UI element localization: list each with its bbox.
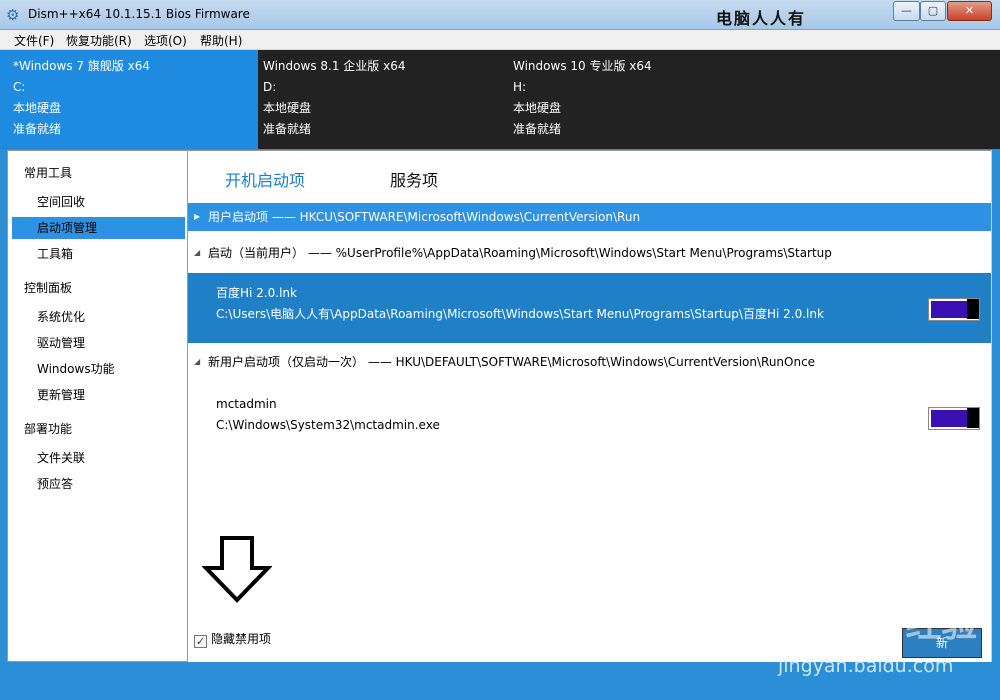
- os-disk-type: 本地硬盘: [263, 101, 312, 115]
- tab-services[interactable]: 服务项: [390, 167, 438, 191]
- collapse-arrow-icon: ◢: [194, 357, 201, 366]
- main-panel: 开机启动项 服务项 ▶ 用户启动项 —— HKCU\SOFTWARE\Micro…: [188, 150, 992, 662]
- sidebar-item-windows-features[interactable]: Windows功能: [12, 358, 185, 380]
- sidebar-group-common-tools: 常用工具: [24, 166, 73, 180]
- os-status: 准备就绪: [13, 122, 62, 136]
- checkmark-icon: ✓: [194, 635, 207, 648]
- os-name: Windows 10 专业版 x64: [513, 59, 652, 73]
- sidebar-item-system-optimize[interactable]: 系统优化: [12, 306, 185, 328]
- sidebar-item-driver-manager[interactable]: 驱动管理: [12, 332, 185, 354]
- os-drive: H:: [513, 80, 527, 94]
- hide-disabled-label: 隐藏禁用项: [211, 632, 272, 646]
- menu-file[interactable]: 文件(F): [14, 32, 54, 49]
- os-panel-win7[interactable]: *Windows 7 旗舰版 x64 C: 本地硬盘 准备就绪: [0, 50, 258, 149]
- baidu-watermark-url: jingyan.baidu.com: [778, 655, 954, 677]
- os-status: 准备就绪: [513, 122, 562, 136]
- window-title: Dism++x64 10.1.15.1 Bios Firmware: [28, 7, 250, 21]
- entry-path: C:\Windows\System32\mctadmin.exe: [216, 418, 440, 432]
- title-bar: ⚙ Dism++x64 10.1.15.1 Bios Firmware 电脑人人…: [0, 0, 1000, 30]
- os-disk-type: 本地硬盘: [513, 101, 562, 115]
- section-label: 用户启动项 —— HKCU\SOFTWARE\Microsoft\Windows…: [208, 210, 641, 224]
- section-runonce[interactable]: ◢ 新用户启动项（仅启动一次） —— HKU\DEFAULT\SOFTWARE\…: [188, 348, 991, 376]
- maximize-button[interactable]: ▢: [920, 1, 946, 21]
- os-name: *Windows 7 旗舰版 x64: [13, 59, 151, 73]
- toggle-knob: [967, 299, 979, 319]
- baidu-watermark-logo: Bai du 经验: [765, 604, 978, 645]
- entry-path: C:\Users\电脑人人有\AppData\Roaming\Microsoft…: [216, 307, 824, 321]
- sidebar-item-answer-file[interactable]: 预应答: [12, 473, 185, 495]
- os-name: Windows 8.1 企业版 x64: [263, 59, 406, 73]
- hide-disabled-checkbox[interactable]: ✓ 隐藏禁用项: [194, 630, 271, 648]
- toggle-knob: [967, 408, 979, 428]
- down-arrow-icon: [202, 536, 272, 603]
- section-label: 启动（当前用户） —— %UserProfile%\AppData\Roamin…: [208, 246, 832, 260]
- os-panel-win81[interactable]: Windows 8.1 企业版 x64 D: 本地硬盘 准备就绪: [258, 50, 508, 149]
- section-user-run[interactable]: ▶ 用户启动项 —— HKCU\SOFTWARE\Microsoft\Windo…: [188, 203, 991, 231]
- app-gear-icon: ⚙: [6, 6, 20, 24]
- os-panel-win10[interactable]: Windows 10 专业版 x64 H: 本地硬盘 准备就绪: [508, 50, 1000, 149]
- menu-help[interactable]: 帮助(H): [200, 32, 242, 49]
- entry-name: mctadmin: [216, 397, 277, 411]
- sidebar-group-control-panel: 控制面板: [24, 281, 73, 295]
- menu-bar: 文件(F) 恢复功能(R) 选项(O) 帮助(H): [0, 30, 1000, 50]
- sidebar-item-space-cleanup[interactable]: 空间回收: [12, 191, 185, 213]
- startup-entry[interactable]: 百度Hi 2.0.lnk C:\Users\电脑人人有\AppData\Roam…: [188, 273, 991, 343]
- sidebar-item-toolbox[interactable]: 工具箱: [12, 243, 185, 265]
- menu-options[interactable]: 选项(O): [144, 32, 187, 49]
- enable-toggle[interactable]: [928, 407, 980, 430]
- startup-entry[interactable]: mctadmin C:\Windows\System32\mctadmin.ex…: [188, 384, 991, 454]
- watermark-title: 电脑人人有: [716, 9, 807, 28]
- entry-name: 百度Hi 2.0.lnk: [216, 286, 297, 300]
- os-disk-type: 本地硬盘: [13, 101, 62, 115]
- os-drive: C:: [13, 80, 26, 94]
- sidebar-item-startup-manager[interactable]: 启动项管理: [12, 217, 185, 239]
- minimize-button[interactable]: —: [893, 1, 920, 21]
- sidebar: 常用工具 空间回收 启动项管理 工具箱 控制面板 系统优化 驱动管理 Windo…: [7, 150, 188, 662]
- sidebar-item-file-association[interactable]: 文件关联: [12, 447, 185, 469]
- enable-toggle[interactable]: [928, 298, 980, 321]
- section-startup-folder[interactable]: ◢ 启动（当前用户） —— %UserProfile%\AppData\Roam…: [188, 239, 991, 267]
- close-button[interactable]: ✕: [947, 1, 992, 21]
- expand-arrow-icon: ▶: [194, 212, 201, 221]
- os-status: 准备就绪: [263, 122, 312, 136]
- tab-startup-items[interactable]: 开机启动项: [225, 167, 305, 191]
- os-drive: D:: [263, 80, 277, 94]
- collapse-arrow-icon: ◢: [194, 248, 201, 257]
- sidebar-group-deployment: 部署功能: [24, 422, 73, 436]
- menu-restore[interactable]: 恢复功能(R): [66, 32, 132, 49]
- section-label: 新用户启动项（仅启动一次） —— HKU\DEFAULT\SOFTWARE\Mi…: [208, 355, 816, 369]
- sidebar-item-update-manager[interactable]: 更新管理: [12, 384, 185, 406]
